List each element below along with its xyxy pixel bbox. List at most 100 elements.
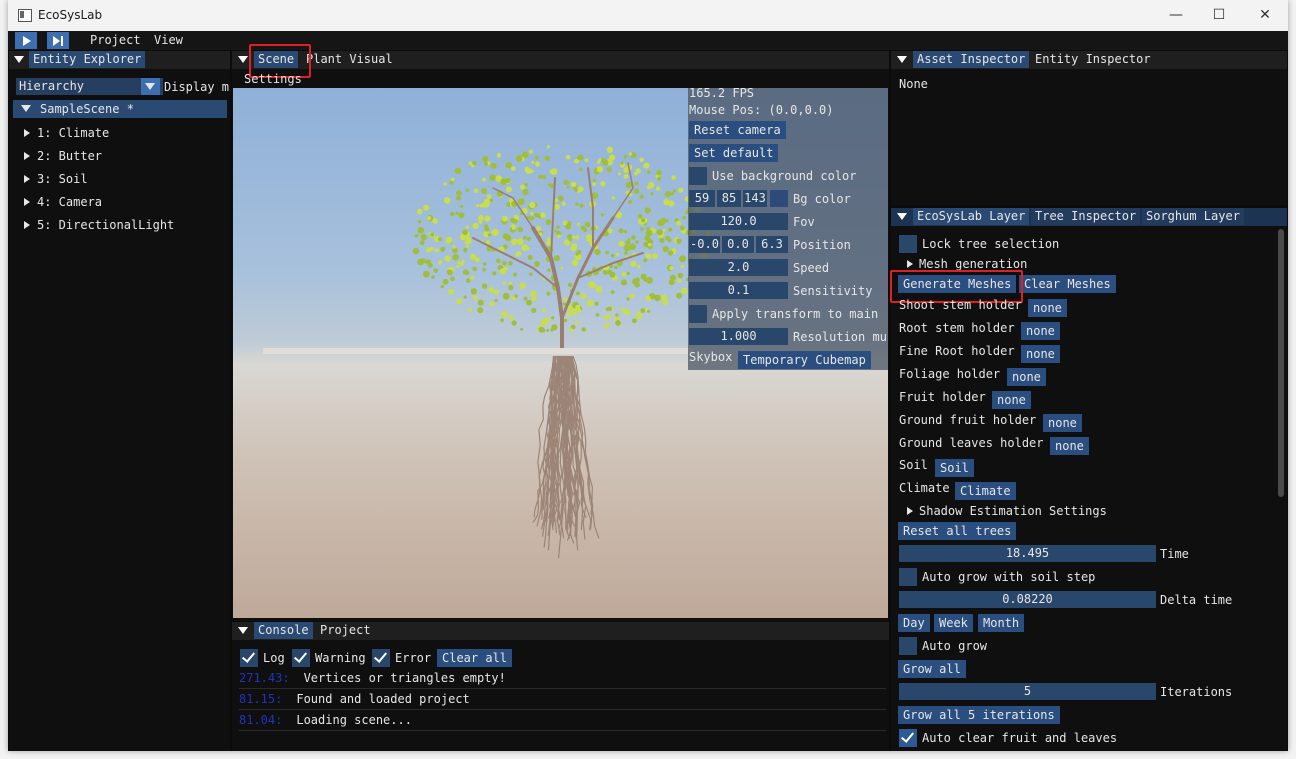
shadow-settings-header[interactable]: Shadow Estimation Settings bbox=[919, 504, 1107, 518]
bg-blue-field[interactable]: 143 bbox=[743, 190, 767, 207]
bg-red-field[interactable]: 59 bbox=[689, 190, 715, 207]
expand-icon[interactable] bbox=[907, 507, 913, 515]
tab-ecosyslab-layer[interactable]: EcoSysLab Layer bbox=[913, 208, 1030, 225]
collapse-icon[interactable] bbox=[238, 56, 248, 63]
holder-select[interactable]: none bbox=[1050, 437, 1089, 455]
expand-icon[interactable] bbox=[907, 260, 913, 268]
leaf bbox=[547, 268, 551, 272]
holder-select[interactable]: none bbox=[1021, 345, 1060, 363]
entity-item[interactable]: 5: DirectionalLight bbox=[13, 216, 227, 234]
clear-meshes-button[interactable]: Clear Meshes bbox=[1019, 275, 1116, 293]
close-button[interactable]: ✕ bbox=[1245, 4, 1285, 26]
day-button[interactable]: Day bbox=[898, 614, 930, 632]
use-bg-color-checkbox[interactable] bbox=[689, 167, 707, 185]
leaf bbox=[643, 258, 648, 263]
log-time: 81.15: bbox=[239, 692, 283, 706]
reset-all-trees-button[interactable]: Reset all trees bbox=[898, 522, 1017, 540]
collapse-icon[interactable] bbox=[238, 627, 248, 634]
sensitivity-field[interactable]: 0.1 bbox=[689, 282, 788, 299]
collapse-icon[interactable] bbox=[897, 213, 907, 220]
expand-icon[interactable] bbox=[24, 198, 30, 206]
leaf bbox=[489, 301, 495, 307]
leaf bbox=[511, 226, 516, 230]
grow-all-button[interactable]: Grow all bbox=[898, 660, 966, 678]
grow-iterations-button[interactable]: Grow all 5 iterations bbox=[898, 706, 1060, 724]
leaf bbox=[522, 189, 529, 196]
settings-menu[interactable]: Settings bbox=[244, 72, 302, 86]
reset-camera-button[interactable]: Reset camera bbox=[689, 121, 786, 139]
speed-field[interactable]: 2.0 bbox=[689, 259, 788, 276]
tab-tree-inspector[interactable]: Tree Inspector bbox=[1031, 208, 1141, 225]
leaf bbox=[669, 266, 674, 271]
hierarchy-dropdown-button[interactable] bbox=[141, 78, 160, 95]
tab-plant-visual[interactable]: Plant Visual bbox=[302, 51, 397, 68]
expand-icon[interactable] bbox=[24, 152, 30, 160]
error-checkbox[interactable] bbox=[372, 649, 390, 667]
leaf bbox=[466, 236, 471, 242]
bg-green-field[interactable]: 85 bbox=[717, 190, 741, 207]
position-x-field[interactable]: -0.0 bbox=[689, 236, 720, 253]
week-button[interactable]: Week bbox=[934, 614, 973, 632]
log-entry[interactable]: 81.15: Found and loaded project bbox=[239, 689, 886, 710]
warning-checkbox[interactable] bbox=[292, 649, 310, 667]
maximize-button[interactable]: ☐ bbox=[1199, 4, 1239, 26]
auto-clear-checkbox[interactable] bbox=[899, 729, 917, 747]
entity-item[interactable]: 3: Soil bbox=[13, 170, 227, 188]
clear-all-button[interactable]: Clear all bbox=[437, 649, 513, 667]
set-default-button[interactable]: Set default bbox=[689, 144, 779, 162]
time-field[interactable]: 18.495 bbox=[899, 545, 1156, 562]
tab-entity-inspector[interactable]: Entity Inspector bbox=[1031, 51, 1155, 68]
holder-select[interactable]: none bbox=[1021, 322, 1060, 340]
leaf bbox=[452, 253, 459, 261]
tab-sorghum-layer[interactable]: Sorghum Layer bbox=[1142, 208, 1244, 225]
tab-asset-inspector[interactable]: Asset Inspector bbox=[913, 51, 1030, 68]
month-button[interactable]: Month bbox=[978, 614, 1025, 632]
entity-item[interactable]: 4: Camera bbox=[13, 193, 227, 211]
climate-select[interactable]: Climate bbox=[955, 482, 1016, 500]
leaf bbox=[541, 175, 546, 180]
holder-select[interactable]: none bbox=[1028, 299, 1067, 317]
menu-view[interactable]: View bbox=[154, 33, 183, 47]
step-button[interactable] bbox=[47, 32, 69, 49]
holder-select[interactable]: none bbox=[992, 391, 1031, 409]
holder-select[interactable]: none bbox=[1007, 368, 1046, 386]
ecosyslab-scrollbar[interactable] bbox=[1278, 229, 1284, 497]
position-y-field[interactable]: 0.0 bbox=[722, 236, 754, 253]
fov-slider[interactable]: 120.0 bbox=[689, 213, 788, 230]
iterations-field[interactable]: 5 bbox=[899, 683, 1156, 700]
minimize-button[interactable]: — bbox=[1156, 4, 1196, 26]
apply-transform-checkbox[interactable] bbox=[689, 305, 707, 323]
leaf bbox=[452, 245, 456, 249]
leaf bbox=[620, 307, 625, 311]
log-checkbox[interactable] bbox=[240, 649, 258, 667]
mesh-generation-header[interactable]: Mesh generation bbox=[919, 257, 1027, 271]
tab-entity-explorer[interactable]: Entity Explorer bbox=[29, 51, 146, 68]
tab-project[interactable]: Project bbox=[316, 622, 375, 639]
leaf bbox=[640, 308, 646, 313]
auto-grow-soil-checkbox[interactable] bbox=[899, 568, 917, 586]
lock-tree-checkbox[interactable] bbox=[899, 235, 917, 253]
tab-console[interactable]: Console bbox=[254, 622, 313, 639]
expand-icon[interactable] bbox=[24, 129, 30, 137]
collapse-icon[interactable] bbox=[897, 56, 907, 63]
position-z-field[interactable]: 6.3 bbox=[756, 236, 788, 253]
collapse-icon[interactable] bbox=[14, 56, 24, 63]
menu-project[interactable]: Project bbox=[90, 33, 141, 47]
soil-select[interactable]: Soil bbox=[935, 459, 974, 477]
skybox-select[interactable]: Temporary Cubemap bbox=[738, 351, 871, 369]
scene-root-row[interactable]: SampleScene * bbox=[13, 100, 227, 118]
holder-select[interactable]: none bbox=[1043, 414, 1082, 432]
resolution-field[interactable]: 1.000 bbox=[689, 328, 788, 345]
entity-item[interactable]: 2: Butter bbox=[13, 147, 227, 165]
leaf bbox=[456, 298, 463, 305]
leaf bbox=[620, 161, 624, 165]
log-entry[interactable]: 271.43: Vertices or triangles empty! bbox=[239, 668, 886, 689]
expand-icon[interactable] bbox=[24, 221, 30, 229]
delta-time-field[interactable]: 0.08220 bbox=[899, 591, 1156, 608]
log-entry[interactable]: 81.04: Loading scene... bbox=[239, 710, 886, 731]
auto-grow-checkbox[interactable] bbox=[899, 637, 917, 655]
play-button[interactable] bbox=[15, 32, 37, 49]
bg-color-swatch[interactable] bbox=[770, 190, 788, 207]
entity-item[interactable]: 1: Climate bbox=[13, 124, 227, 142]
expand-icon[interactable] bbox=[24, 175, 30, 183]
